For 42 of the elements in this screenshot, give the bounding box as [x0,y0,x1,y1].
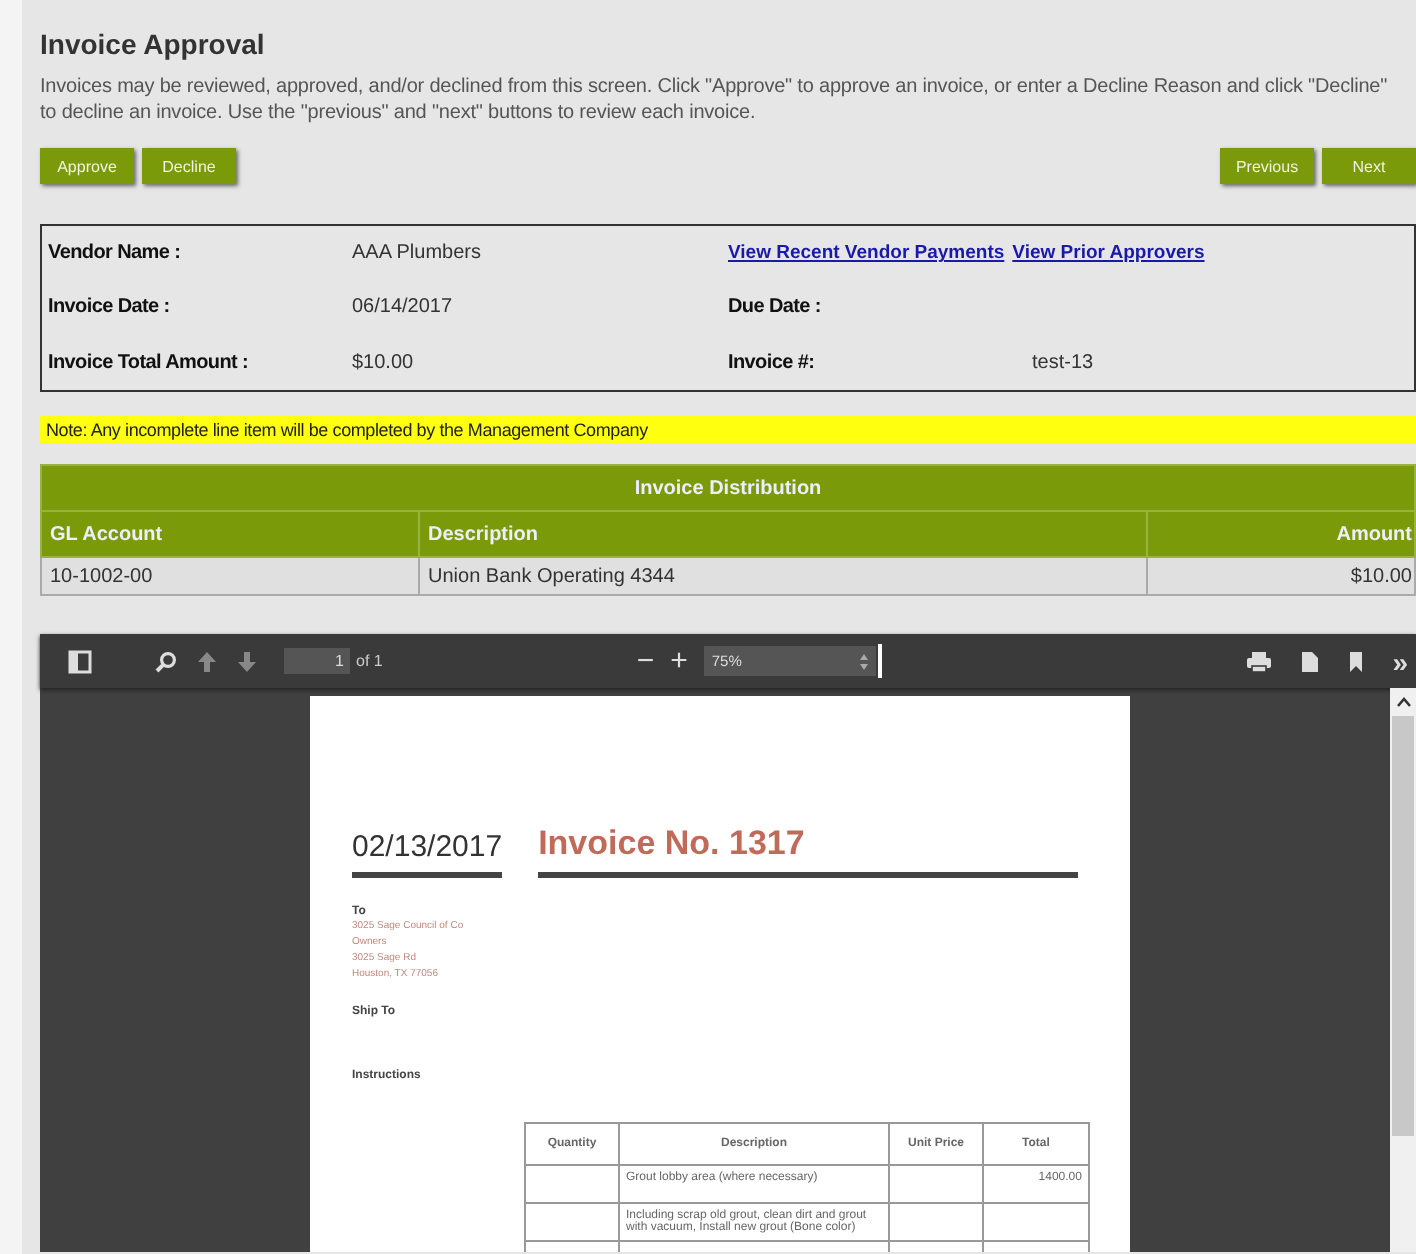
print-icon[interactable] [1246,649,1273,673]
link[interactable]: View Prior Approvers [1012,242,1205,265]
document-icon[interactable] [1300,649,1321,673]
table-cell: Union Bank Operating 4344 [419,557,1147,595]
field-label: Invoice #: [728,351,815,374]
bookmark-icon[interactable] [1348,649,1365,673]
page-title: Invoice Approval [40,28,267,60]
field-value: $10.00 [352,351,416,374]
column-header: GL Account [41,511,419,557]
note-banner: Note: Any incomplete line item will be completed by the Management Company [40,416,1416,444]
document-date: 02/13/2017 [352,830,503,878]
field-value: AAA Plumbers [352,242,483,265]
field-label: Invoice Date : [48,296,172,319]
page-number-field[interactable]: 1 [284,648,350,674]
table-title: Invoice Distribution [41,465,1415,511]
down-arrow-icon[interactable] [236,649,258,673]
sidebar-icon[interactable] [68,649,92,673]
zoom-in-button[interactable]: + [670,644,688,678]
column-header: Description [419,511,1147,557]
approve-button[interactable]: Approve [40,148,134,184]
scrollbar[interactable] [1390,688,1416,1252]
field-label: Vendor Name : [48,242,183,265]
field-label: Invoice Total Amount : [48,351,251,374]
search-icon[interactable] [154,649,178,673]
column-header: Amount [1147,511,1415,557]
previous-button[interactable]: Previous [1220,148,1314,184]
field-value: 06/14/2017 [352,296,455,319]
scroll-up-icon[interactable] [1395,696,1411,708]
zoom-out-button[interactable]: − [636,644,655,678]
table-cell: 10-1002-00 [41,557,419,595]
field-label: Due Date : [728,296,821,319]
up-arrow-icon[interactable] [196,649,218,673]
decline-button[interactable]: Decline [142,148,236,184]
document-title: Invoice No. 1317 [538,824,1079,878]
page-count: of 1 [356,652,383,670]
stepper-icon [859,653,868,669]
next-button[interactable]: Next [1322,148,1416,184]
table-cell: $10.00 [1147,557,1415,595]
link[interactable]: View Recent Vendor Payments [728,242,1005,265]
more-tools-button[interactable]: » [1392,645,1408,677]
field-value: test-13 [1032,351,1094,374]
page-description: Invoices may be reviewed, approved, and/or declined from this screen. Click "Approve" to approve an invoice, or enter a Decline Reason and click "Decline" to decline an invoice. Use the "previous" and "next" buttons to review each invoice. [40,74,1390,126]
